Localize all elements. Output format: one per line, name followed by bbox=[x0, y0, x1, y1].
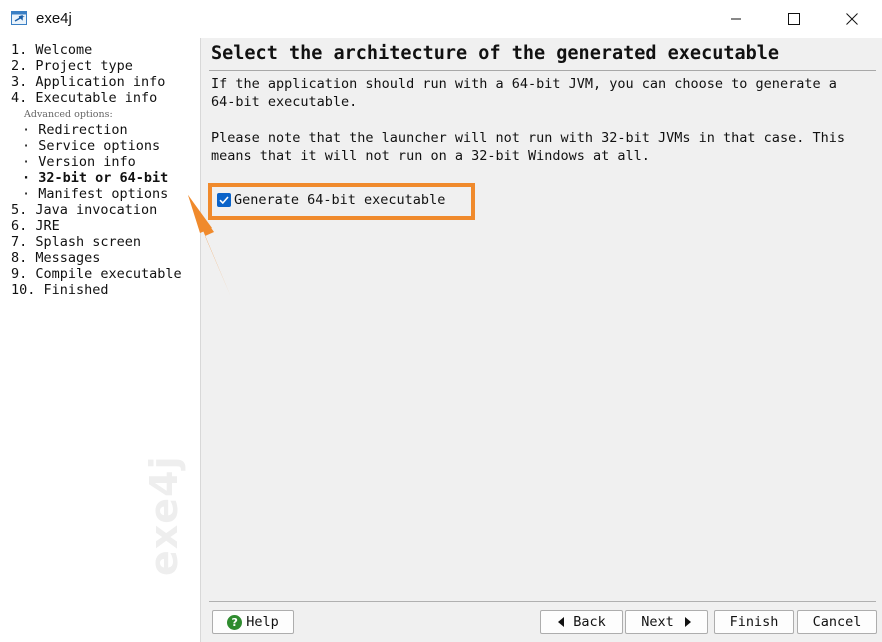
substep-32-or-64-bit[interactable]: · 32-bit or 64-bit bbox=[22, 170, 168, 186]
title-bar: exe4j bbox=[0, 0, 882, 38]
step-application-info[interactable]: 3. Application info bbox=[11, 74, 165, 90]
page-title: Select the architecture of the generated… bbox=[211, 43, 780, 64]
next-button[interactable]: Next bbox=[625, 610, 708, 634]
back-button-label: Back bbox=[573, 614, 606, 630]
help-icon: ? bbox=[227, 614, 243, 630]
step-splash-screen[interactable]: 7. Splash screen bbox=[11, 234, 141, 250]
exe4j-watermark: exe4j bbox=[142, 455, 186, 576]
note-line-1: Please note that the launcher will not r… bbox=[211, 130, 845, 146]
exe4j-app-icon bbox=[11, 11, 27, 25]
close-icon bbox=[846, 13, 858, 25]
step-finished[interactable]: 10. Finished bbox=[11, 282, 109, 298]
substep-redirection[interactable]: · Redirection bbox=[22, 122, 128, 138]
substep-version-info[interactable]: · Version info bbox=[22, 154, 136, 170]
arrow-left-icon bbox=[558, 617, 565, 627]
substep-service-options[interactable]: · Service options bbox=[22, 138, 160, 154]
checkmark-icon bbox=[219, 196, 229, 205]
maximize-icon bbox=[788, 13, 800, 25]
maximize-button[interactable] bbox=[765, 0, 823, 38]
step-welcome[interactable]: 1. Welcome bbox=[11, 42, 92, 58]
advanced-options-label: Advanced options: bbox=[24, 109, 113, 120]
back-button[interactable]: Back bbox=[540, 610, 623, 634]
substep-manifest-options[interactable]: · Manifest options bbox=[22, 186, 168, 202]
cancel-button[interactable]: Cancel bbox=[797, 610, 877, 634]
close-button[interactable] bbox=[823, 0, 881, 38]
footer-divider bbox=[209, 601, 876, 602]
window-title: exe4j bbox=[36, 10, 72, 27]
step-jre[interactable]: 6. JRE bbox=[11, 218, 60, 234]
minimize-icon bbox=[731, 18, 741, 20]
minimize-button[interactable] bbox=[707, 0, 765, 38]
finish-button-label: Finish bbox=[729, 614, 779, 630]
step-compile-executable[interactable]: 9. Compile executable bbox=[11, 266, 182, 282]
step-java-invocation[interactable]: 5. Java invocation bbox=[11, 202, 157, 218]
note-line-2: means that it will not run on a 32-bit W… bbox=[211, 148, 650, 164]
finish-button[interactable]: Finish bbox=[714, 610, 794, 634]
help-button[interactable]: ? Help bbox=[212, 610, 294, 634]
main-panel: Select the architecture of the generated… bbox=[201, 38, 882, 642]
cancel-button-label: Cancel bbox=[812, 614, 862, 630]
wizard-steps-sidebar: 1. Welcome 2. Project type 3. Applicatio… bbox=[0, 38, 201, 642]
step-messages[interactable]: 8. Messages bbox=[11, 250, 100, 266]
help-button-label: Help bbox=[246, 614, 279, 630]
step-project-type[interactable]: 2. Project type bbox=[11, 58, 133, 74]
next-button-label: Next bbox=[641, 614, 674, 630]
description-line-2: 64-bit executable. bbox=[211, 94, 358, 110]
step-executable-info[interactable]: 4. Executable info bbox=[11, 90, 157, 106]
generate-64bit-label[interactable]: Generate 64-bit executable bbox=[234, 192, 445, 208]
generate-64bit-checkbox[interactable] bbox=[217, 193, 231, 207]
arrow-right-icon bbox=[684, 617, 691, 627]
heading-divider bbox=[209, 70, 876, 71]
description-line-1: If the application should run with a 64-… bbox=[211, 76, 837, 92]
